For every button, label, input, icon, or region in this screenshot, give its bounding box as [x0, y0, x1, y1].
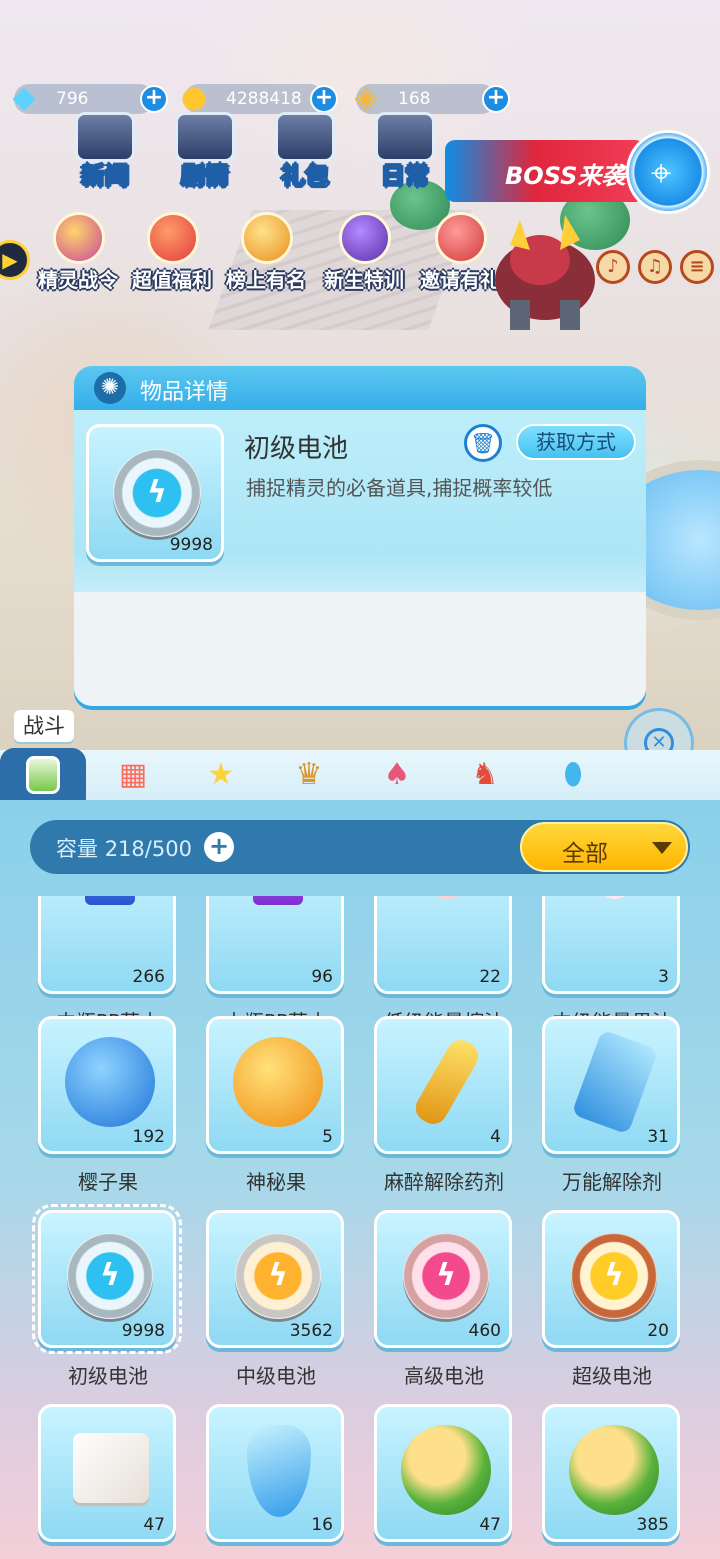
- item-detail-slot: ϟ 9998: [86, 424, 224, 562]
- green-fruit-icon: [401, 1425, 491, 1515]
- item-cell[interactable]: 22 低级能量榨汁: [374, 896, 514, 1036]
- item-cell[interactable]: 31 万能解除剂: [542, 1016, 682, 1196]
- syringe-icon: [410, 1035, 484, 1129]
- tab-label-battle: 战斗: [14, 710, 74, 742]
- gift-box-icon: [147, 212, 199, 264]
- item-cell[interactable]: 47: [374, 1404, 514, 1559]
- orange-fruit-icon: [233, 1037, 323, 1127]
- tab-star[interactable]: ★: [196, 752, 246, 798]
- filter-dropdown[interactable]: 全部: [520, 822, 688, 872]
- egg-icon: ⬮: [563, 757, 583, 792]
- nav-story[interactable]: 剧情: [160, 112, 250, 192]
- activity-ranking[interactable]: 榜上有名: [216, 212, 316, 292]
- boss-event-banner[interactable]: BOSS来袭: [445, 140, 645, 202]
- battle-pass-icon: [53, 212, 105, 264]
- item-cell[interactable]: ϟ 3562 中级电池: [206, 1210, 346, 1390]
- item-cell[interactable]: ϟ 20 超级电池: [542, 1210, 682, 1390]
- item-detail-header: ✺ 物品详情: [74, 366, 646, 410]
- mute-sound-button[interactable]: ♫: [638, 250, 672, 284]
- nav-daily[interactable]: 日常: [360, 112, 450, 192]
- star-badge-icon: [339, 212, 391, 264]
- item-cell[interactable]: 5 神秘果: [206, 1016, 346, 1196]
- bag-tabs: ▦ ★ ♛ ♠ ♞ ⬮: [0, 748, 720, 800]
- diamond-icon: ◆: [12, 80, 36, 115]
- map-button[interactable]: ⌖: [626, 130, 710, 214]
- sugar-cube-icon: [73, 1433, 149, 1503]
- trophy-icon: [241, 212, 293, 264]
- map-icon: ⌖: [651, 153, 672, 194]
- trophy-base-icon: ♛: [295, 757, 323, 792]
- mute-music-button[interactable]: ♪: [596, 250, 630, 284]
- daily-icon: [375, 112, 435, 162]
- tab-blocks[interactable]: ▦: [108, 752, 158, 798]
- nav-news[interactable]: 新闻: [60, 112, 150, 192]
- battery-icon: ϟ: [113, 449, 201, 537]
- item-description: 捕捉精灵的必备道具,捕捉概率较低: [246, 476, 553, 500]
- item-cell[interactable]: 4 麻醉解除药剂: [374, 1016, 514, 1196]
- capacity-bar: 容量 218/500 + 全部: [30, 820, 690, 874]
- crystal-icon: [247, 1425, 311, 1517]
- juice-glass-icon: [595, 896, 635, 899]
- tab-trophy[interactable]: ♛: [284, 752, 334, 798]
- add-ticket-button[interactable]: +: [482, 85, 510, 113]
- add-diamond-button[interactable]: +: [140, 85, 168, 113]
- chevron-down-icon: [652, 842, 672, 854]
- item-cell[interactable]: 192 樱子果: [38, 1016, 178, 1196]
- tab-toy[interactable]: ♞: [460, 752, 510, 798]
- tab-battle[interactable]: [0, 748, 86, 800]
- trash-icon[interactable]: 🗑: [464, 424, 502, 462]
- green-fruit-icon: [569, 1425, 659, 1515]
- gear-icon: ✺: [94, 372, 126, 404]
- item-cell-selected[interactable]: ϟ 9998 初级电池: [32, 1204, 182, 1390]
- resource-ticket: ◈ 168 +: [354, 83, 510, 114]
- item-name: 初级电池: [244, 434, 349, 464]
- item-cell[interactable]: P96 大瓶PP药水: [206, 896, 346, 1036]
- nav-gift[interactable]: 礼包: [260, 112, 350, 192]
- acquire-method-button[interactable]: 获取方式: [516, 424, 636, 460]
- item-detail-panel: ✺ 物品详情 ϟ 9998 初级电池 🗑 获取方式 捕捉精灵的必备道具,捕捉概率…: [74, 366, 646, 706]
- potion-bottle-icon: [571, 1029, 659, 1135]
- pp-potion-icon: P: [85, 896, 135, 905]
- item-cell[interactable]: 47: [38, 1404, 178, 1559]
- item-cell[interactable]: ϟ 460 高级电池: [374, 1210, 514, 1390]
- juice-glass-icon: [427, 896, 467, 899]
- cat-coin-icon: ●: [180, 80, 208, 115]
- activity-newbie-training[interactable]: 新生特训: [314, 212, 414, 292]
- dress-icon: ♠: [383, 757, 411, 792]
- story-icon: [175, 112, 235, 162]
- expand-capacity-button[interactable]: +: [204, 832, 234, 862]
- star-icon: ★: [207, 757, 235, 792]
- rocking-horse-icon: ♞: [471, 757, 499, 792]
- resource-coin: ● 4288418 +: [181, 83, 338, 114]
- item-cell[interactable]: P266 中瓶PP药水: [38, 896, 178, 1036]
- bag-panel: 容量 218/500 + 全部 P266 中瓶PP药水 P96 大瓶PP药水 2…: [0, 800, 720, 1559]
- item-cell[interactable]: 16: [206, 1404, 346, 1559]
- battery-icon: ϟ: [571, 1233, 657, 1319]
- battery-icon: ϟ: [403, 1233, 489, 1319]
- item-grid: P266 中瓶PP药水 P96 大瓶PP药水 22 低级能量榨汁 3 中级能量果…: [0, 896, 720, 1559]
- add-coin-button[interactable]: +: [310, 85, 338, 113]
- item-cell[interactable]: 3 中级能量果汁: [542, 896, 682, 1036]
- battery-icon: ϟ: [235, 1233, 321, 1319]
- blue-fruit-icon: [65, 1037, 155, 1127]
- resource-diamond: ◆ 796 +: [12, 83, 168, 114]
- gold-ticket-icon: ◈: [354, 80, 378, 115]
- blocks-icon: ▦: [118, 757, 148, 792]
- battle-can-icon: [26, 756, 60, 794]
- settings-toggle-button[interactable]: ≡: [680, 250, 714, 284]
- battery-icon: ϟ: [67, 1233, 153, 1319]
- tab-costume[interactable]: ♠: [372, 752, 422, 798]
- gift-icon: [275, 112, 335, 162]
- news-icon: [75, 112, 135, 162]
- tab-egg[interactable]: ⬮: [548, 752, 598, 798]
- item-cell[interactable]: 385: [542, 1404, 682, 1559]
- pp-potion-large-icon: P: [253, 896, 303, 905]
